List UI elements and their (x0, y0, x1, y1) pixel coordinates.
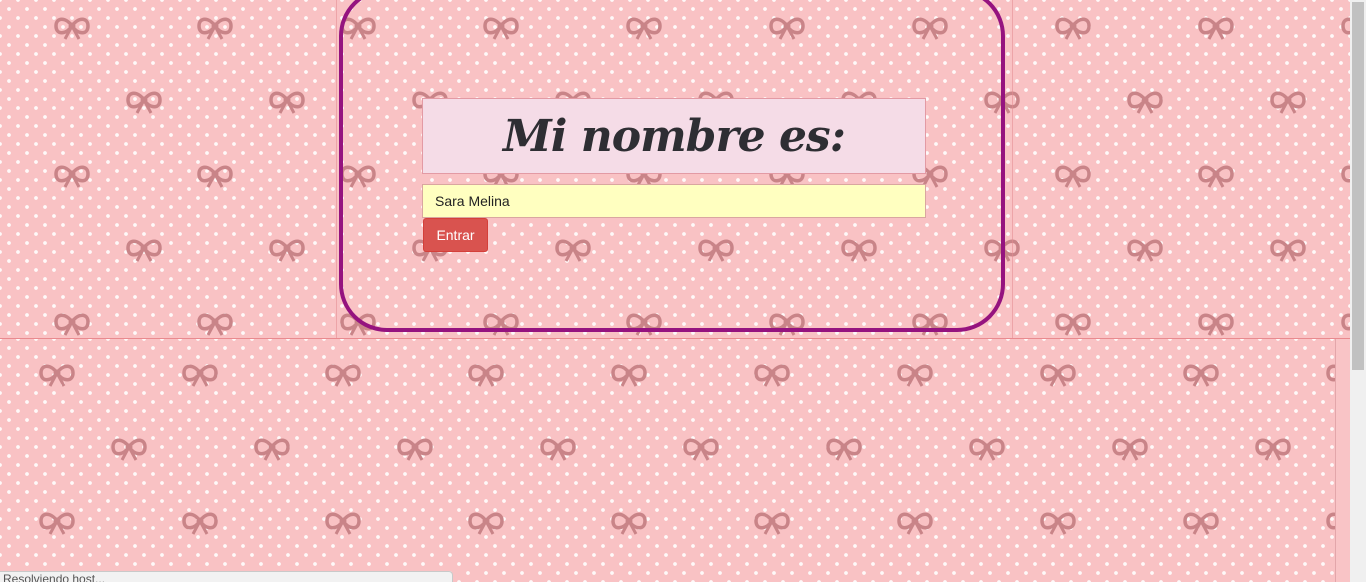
bow-icon (1341, 17, 1350, 35)
bow-icon (1255, 438, 1291, 461)
vertical-scrollbar[interactable] (1350, 0, 1366, 582)
bow-icon (1040, 364, 1076, 387)
bow-icon (126, 239, 162, 262)
bow-icon (1055, 313, 1091, 336)
bow-icon (397, 438, 433, 461)
bow-icon (969, 438, 1005, 461)
status-text: Resolviendo host... (3, 572, 106, 582)
bow-icon (1326, 364, 1335, 382)
enter-button[interactable]: Entrar (423, 218, 488, 252)
bow-icon (39, 512, 75, 535)
bow-icon (540, 438, 576, 461)
bow-icon (1270, 91, 1306, 114)
bow-icon (1198, 17, 1234, 40)
bow-icon (269, 91, 305, 114)
bow-icon (182, 364, 218, 387)
column-divider-right (1012, 0, 1013, 338)
bow-icon (1055, 165, 1091, 188)
bow-icon (197, 165, 233, 188)
bow-icon (197, 17, 233, 40)
bow-icon (1198, 165, 1234, 188)
bow-icon (54, 17, 90, 40)
bow-icon (683, 438, 719, 461)
bow-icon (1198, 313, 1234, 336)
bow-icon (39, 364, 75, 387)
bow-icon (468, 364, 504, 387)
bow-icon (826, 438, 862, 461)
bow-icon (1326, 512, 1335, 530)
bow-icon (1183, 364, 1219, 387)
bow-icon (1270, 239, 1306, 262)
bow-icon (611, 512, 647, 535)
page-title: Mi nombre es: (503, 110, 846, 162)
bow-icon (54, 165, 90, 188)
bow-icon (1112, 438, 1148, 461)
bow-icon (754, 364, 790, 387)
bow-icon (254, 438, 290, 461)
bow-icon (754, 512, 790, 535)
column-divider-left (336, 0, 337, 338)
bow-icon (611, 364, 647, 387)
bow-icon (1183, 512, 1219, 535)
bow-icon (325, 512, 361, 535)
bow-icon (197, 313, 233, 336)
bow-icon (897, 512, 933, 535)
bow-icon (54, 313, 90, 336)
bow-pattern-bottom (39, 364, 1335, 535)
title-box: Mi nombre es: (422, 98, 926, 174)
bow-icon (269, 239, 305, 262)
bow-icon (468, 512, 504, 535)
bow-icon (1341, 313, 1350, 331)
bow-icon (1341, 165, 1350, 183)
bow-icon (111, 438, 147, 461)
bow-icon (126, 91, 162, 114)
bow-icon (1055, 17, 1091, 40)
status-bar: Resolviendo host... (0, 571, 453, 582)
bow-icon (182, 512, 218, 535)
bow-icon (1040, 512, 1076, 535)
bow-icon (897, 364, 933, 387)
name-input[interactable] (422, 184, 926, 218)
bow-icon (1127, 239, 1163, 262)
bow-icon (325, 364, 361, 387)
scrollbar-thumb[interactable] (1352, 2, 1364, 370)
bow-icon (1127, 91, 1163, 114)
bottom-background (0, 339, 1336, 582)
